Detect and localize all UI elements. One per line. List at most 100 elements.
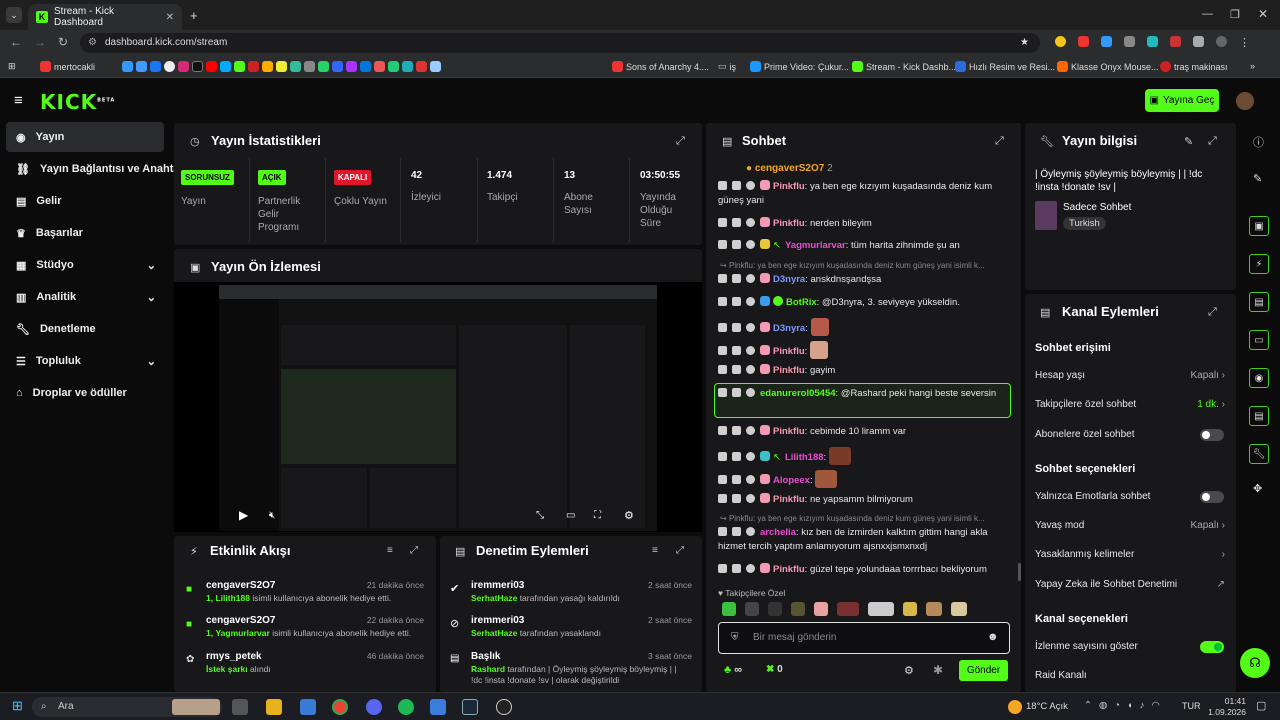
ban-icon[interactable] <box>746 365 755 374</box>
puzzle-icon[interactable] <box>1193 36 1204 47</box>
emote-button[interactable] <box>951 602 967 616</box>
expand-icon[interactable]: ⤢ <box>1208 135 1217 148</box>
chat-username[interactable]: BotRix <box>786 297 817 308</box>
followers-only-setting[interactable]: Takipçilere özel sohbet 1 dk. › <box>1035 399 1225 410</box>
ban-icon[interactable] <box>746 297 755 306</box>
bookmark-folder[interactable]: ▭ iş <box>718 61 736 72</box>
delete-icon[interactable] <box>718 346 727 355</box>
chat-username[interactable]: Alopeex <box>773 475 810 486</box>
sidebar-item-topluluk[interactable]: ☰ Topluluk ⌄ <box>6 346 164 376</box>
info-icon[interactable]: ⓘ <box>1253 134 1264 150</box>
close-window-icon[interactable]: ✕ <box>1258 7 1268 21</box>
extension-icon[interactable] <box>1078 36 1089 47</box>
minimize-icon[interactable]: — <box>1202 8 1213 20</box>
weather-widget[interactable]: 18°C Açık <box>1026 701 1068 712</box>
delete-icon[interactable] <box>718 323 727 332</box>
task-view-icon[interactable] <box>232 699 248 715</box>
sidebar-item-stream-key[interactable]: ⛓ Yayın Bağlantısı ve Anahtarı <box>6 154 187 184</box>
delete-icon[interactable] <box>718 240 727 249</box>
stream-tag[interactable]: Turkish <box>1063 217 1106 230</box>
windows-start-icon[interactable]: ⊞ <box>12 698 23 714</box>
extension-icon[interactable] <box>1170 36 1181 47</box>
activity-panel-button[interactable]: ⚡︎ <box>1249 254 1269 274</box>
ban-icon[interactable] <box>746 181 755 190</box>
timeout-icon[interactable] <box>732 181 741 190</box>
timeout-icon[interactable] <box>732 452 741 461</box>
timeout-icon[interactable] <box>732 365 741 374</box>
expand-icon[interactable]: ⤢ <box>1208 306 1217 319</box>
youtube-icon[interactable] <box>206 61 217 72</box>
theater-icon[interactable]: ▭ <box>566 510 575 521</box>
layout-icon[interactable]: ✥ <box>1253 482 1262 495</box>
tray-chevron-icon[interactable]: ⌃ <box>1084 700 1092 711</box>
bookmark-icon[interactable] <box>416 61 427 72</box>
bookmark-icon[interactable] <box>332 61 343 72</box>
app-icon[interactable] <box>430 699 446 715</box>
timeout-icon[interactable] <box>732 527 741 536</box>
timeout-icon[interactable] <box>732 323 741 332</box>
support-chat-icon[interactable]: ☊ <box>1240 648 1270 678</box>
x-icon[interactable] <box>192 61 203 72</box>
ban-icon[interactable] <box>746 218 755 227</box>
url-field[interactable]: ⚙ dashboard.kick.com/stream ★ <box>80 33 1040 53</box>
chat-username[interactable]: Yagmurlarvar <box>785 240 846 251</box>
expand-icon[interactable]: ⤢ <box>676 135 685 148</box>
close-tab-icon[interactable]: ✕ <box>166 12 174 23</box>
delete-icon[interactable] <box>718 218 727 227</box>
chat-message[interactable]: archelia: kız ben de izmirden kalktım gi… <box>718 526 1010 554</box>
bookmark-icon[interactable] <box>248 61 259 72</box>
fullscreen-icon[interactable]: ⛶ <box>594 510 601 521</box>
sidebar-item-basarilar[interactable]: ♛ Başarılar <box>6 218 164 248</box>
bookmark-item[interactable]: traş makinası <box>1160 61 1228 72</box>
chat-username[interactable]: D3nyra <box>773 274 805 285</box>
chat-username[interactable]: Pinkflu <box>773 365 805 376</box>
emoji-picker-icon[interactable]: ☻ <box>987 631 999 643</box>
chat-message[interactable]: Pinkflu: gayim <box>718 364 1010 378</box>
chat-message[interactable]: Pinkflu: nerden bileyim <box>718 217 1010 231</box>
timeout-icon[interactable] <box>732 274 741 283</box>
chat-username[interactable]: Lilith188 <box>785 452 824 463</box>
timeout-icon[interactable] <box>732 218 741 227</box>
edit-icon[interactable]: ✎ <box>1253 172 1262 185</box>
extension-icon[interactable] <box>1055 36 1066 47</box>
ban-icon[interactable] <box>746 323 755 332</box>
chat-message[interactable]: Pinkflu: ya ben ege kızıyım kuşadasında … <box>718 180 1010 208</box>
go-live-button[interactable]: ▣ Yayına Geç <box>1145 89 1219 112</box>
timeout-icon[interactable] <box>732 475 741 484</box>
stats-panel-button[interactable]: ◉ <box>1249 368 1269 388</box>
delete-icon[interactable] <box>718 494 727 503</box>
bookmark-item[interactable]: Hızlı Resim ve Resi... <box>955 61 1055 72</box>
ban-icon[interactable] <box>746 564 755 573</box>
discord-icon[interactable] <box>366 699 382 715</box>
mute-icon[interactable]: 🔇︎ <box>269 510 275 521</box>
timeout-icon[interactable] <box>732 297 741 306</box>
new-tab-icon[interactable]: + <box>190 8 198 23</box>
emote-button[interactable] <box>814 602 828 616</box>
tray-app-icon[interactable]: ◔ <box>1114 700 1120 711</box>
show-viewers-toggle[interactable] <box>1200 641 1224 653</box>
sidebar-item-yayin[interactable]: ◉ Yayın <box>6 122 164 152</box>
moderated-user[interactable]: iremmeri03 <box>471 580 524 591</box>
reload-icon[interactable]: ↻ <box>58 35 68 49</box>
sidebar-item-droplar[interactable]: ⌂ Droplar ve ödüller <box>6 378 164 408</box>
emote-button[interactable] <box>926 602 942 616</box>
bookmark-item[interactable]: Sons of Anarchy 4.... <box>612 61 709 72</box>
moderator-name[interactable]: SerhatHaze <box>471 628 517 638</box>
bookmark-icon[interactable] <box>136 61 147 72</box>
chat-message[interactable]: Pinkflu: güzel tepe yolundaaa torrrbacı … <box>718 563 1010 577</box>
chat-panel-button[interactable]: ▭ <box>1249 330 1269 350</box>
microphone-icon[interactable]: ◖ <box>1127 700 1133 711</box>
google-icon[interactable] <box>164 61 175 72</box>
filter-icon[interactable]: ≡ <box>652 545 658 556</box>
chat-reply-preview[interactable]: ↪ Pinkflu: ya ben ege kızıyım kuşadasınd… <box>720 261 1010 270</box>
emote-button[interactable] <box>868 602 894 616</box>
bookmark-star-icon[interactable]: ★ <box>1020 33 1029 53</box>
chat-reply-preview[interactable]: ↪ Pinkflu: ya ben ege kızıyım kuşadasınd… <box>720 514 1010 523</box>
whatsapp-icon[interactable] <box>318 61 329 72</box>
chat-settings-gear-icon[interactable]: ⚙ <box>904 664 914 677</box>
delete-icon[interactable] <box>718 181 727 190</box>
pinned-gifter[interactable]: ● cengaverS2O7 2 <box>746 163 833 174</box>
video-player[interactable]: ▶ 🔇︎ ⤡ ▭ ⛶ ⚙ <box>174 282 702 532</box>
moderation-panel-button[interactable]: ▤ <box>1249 292 1269 312</box>
instagram-icon[interactable] <box>178 61 189 72</box>
